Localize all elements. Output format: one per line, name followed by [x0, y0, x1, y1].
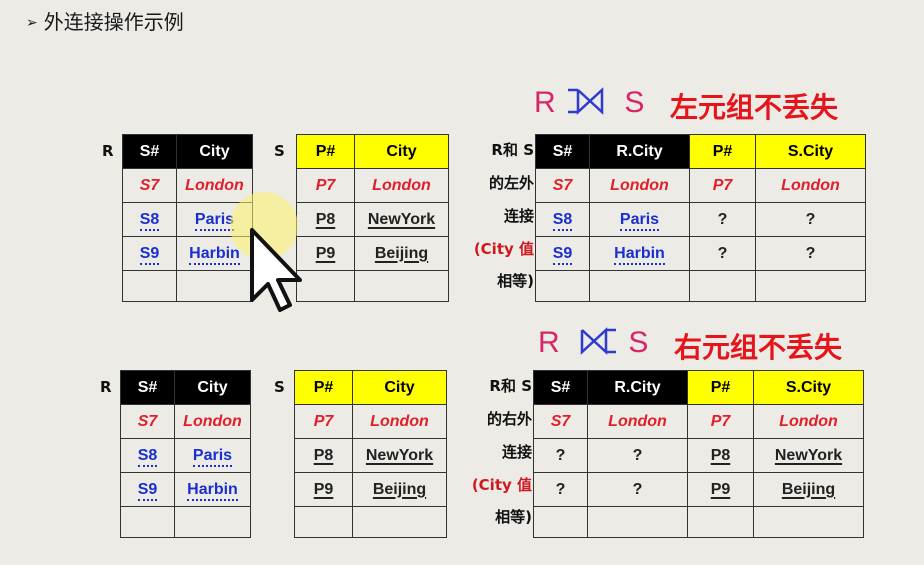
note-line: R和 S: [491, 141, 534, 159]
right-outer-join-icon: [580, 327, 617, 355]
table-cell: P7: [689, 168, 756, 203]
operator-right-operand: S: [624, 86, 645, 119]
table-cell: S7: [533, 404, 588, 439]
table-cell: Beijing: [374, 244, 429, 262]
column-header: S.City: [753, 370, 864, 405]
relation-r-table: S# City S7 London S8 Paris S9 Harbin: [120, 370, 251, 538]
table-cell: Beijing: [372, 480, 427, 498]
table-cell: S8: [137, 446, 158, 467]
table-cell: P9: [710, 480, 731, 498]
table-cell: P8: [710, 446, 731, 464]
column-header: P#: [687, 370, 754, 405]
note-line: 连接: [503, 207, 534, 225]
table-cell: Paris: [619, 210, 660, 231]
table-cell: Harbin: [187, 480, 238, 501]
column-header: S.City: [755, 134, 866, 169]
right-join-description: R和 S 的右外 连接 (City 值 相等): [454, 370, 532, 532]
table-cell: NewYork: [367, 210, 436, 228]
table-cell: P9: [313, 480, 334, 498]
table-cell: P9: [315, 244, 336, 262]
table-cell: London: [753, 404, 864, 439]
column-header: S#: [122, 134, 177, 169]
relation-r-label: R: [102, 142, 114, 160]
left-join-heading: 左元组不丢失: [670, 91, 839, 124]
table-cell: ?: [533, 438, 588, 473]
column-header: City: [352, 370, 447, 405]
left-join-description: R和 S 的左外 连接 (City 值 相等): [456, 134, 534, 296]
slide-title: ➢ 外连接操作示例: [26, 6, 184, 35]
operator-left-operand: R: [534, 86, 556, 119]
table-cell: ?: [755, 236, 866, 271]
column-header: S#: [120, 370, 175, 405]
left-join-operator: R S: [534, 86, 644, 120]
table-cell: P8: [315, 210, 336, 228]
column-header: S#: [535, 134, 590, 169]
note-line: 的右外: [486, 410, 532, 428]
bullet-arrow-icon: ➢: [26, 15, 38, 31]
table-cell: London: [755, 168, 866, 203]
note-line: (City 值: [471, 476, 532, 494]
table-cell: S7: [120, 404, 175, 439]
right-join-operator: R S: [538, 326, 648, 360]
right-join-heading: 右元组不丢失: [674, 331, 843, 364]
table-cell: ?: [533, 472, 588, 507]
column-header: City: [174, 370, 251, 405]
left-outer-join-icon: [568, 87, 604, 115]
table-cell: P7: [687, 404, 754, 439]
table-cell: S9: [552, 244, 573, 265]
column-header: City: [176, 134, 253, 169]
note-line: 相等): [495, 508, 532, 526]
relation-r-label: R: [100, 378, 112, 396]
table-cell: ?: [587, 472, 688, 507]
table-cell: ?: [689, 236, 756, 271]
right-join-result-table: S# R.City P# S.City S7 London P7 London …: [533, 370, 864, 538]
table-cell: London: [174, 404, 251, 439]
table-cell: S8: [552, 210, 573, 231]
table-cell: London: [354, 168, 449, 203]
operator-left-operand: R: [538, 326, 560, 359]
title-text: 外连接操作示例: [43, 10, 184, 34]
operator-right-operand: S: [628, 326, 649, 359]
column-header: R.City: [589, 134, 690, 169]
column-header: S#: [533, 370, 588, 405]
table-cell: Harbin: [614, 244, 665, 265]
table-cell: P8: [313, 446, 334, 464]
column-header: R.City: [587, 370, 688, 405]
note-line: (City 值: [473, 240, 534, 258]
note-line: 连接: [501, 443, 532, 461]
relation-s-table: P# City P7 London P8 NewYork P9 Beijing: [294, 370, 447, 538]
table-cell: S8: [139, 210, 160, 231]
table-cell: ?: [689, 202, 756, 237]
table-cell: London: [587, 404, 688, 439]
column-header: City: [354, 134, 449, 169]
table-cell: S9: [137, 480, 158, 501]
note-line: 的左外: [488, 174, 534, 192]
column-header: P#: [689, 134, 756, 169]
table-cell: NewYork: [774, 446, 843, 464]
table-cell: ?: [755, 202, 866, 237]
table-cell: London: [589, 168, 690, 203]
note-line: 相等): [497, 272, 534, 290]
table-cell: Beijing: [781, 480, 836, 498]
relation-s-table: P# City P7 London P8 NewYork P9 Beijing: [296, 134, 449, 302]
table-cell: S7: [122, 168, 177, 203]
note-line: R和 S: [489, 377, 532, 395]
column-header: P#: [296, 134, 355, 169]
left-join-result-table: S# R.City P# S.City S7 London P7 London …: [535, 134, 866, 302]
table-cell: Paris: [192, 446, 233, 467]
table-cell: S7: [535, 168, 590, 203]
table-cell: NewYork: [365, 446, 434, 464]
mouse-pointer-icon: [230, 192, 302, 312]
table-cell: P7: [294, 404, 353, 439]
relation-s-label: S: [274, 378, 285, 396]
table-cell: ?: [587, 438, 688, 473]
table-cell: London: [352, 404, 447, 439]
relation-s-label: S: [274, 142, 285, 160]
table-cell: S9: [139, 244, 160, 265]
column-header: P#: [294, 370, 353, 405]
